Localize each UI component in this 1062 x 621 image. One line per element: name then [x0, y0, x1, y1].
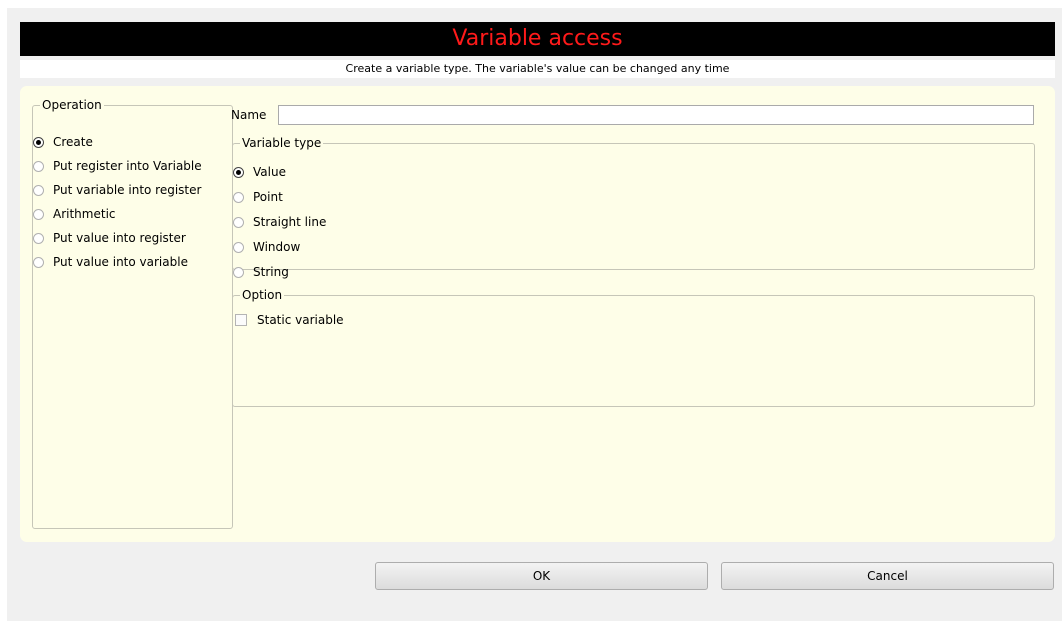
- ok-button[interactable]: OK: [375, 562, 708, 590]
- operation-group: Operation Create Put register into Varia…: [32, 99, 233, 529]
- operation-option-put-value-into-variable[interactable]: Put value into variable: [33, 252, 188, 272]
- static-variable-option[interactable]: Static variable: [235, 310, 344, 330]
- operation-legend: Operation: [42, 98, 102, 112]
- variable-type-option-label: Window: [253, 240, 301, 254]
- radio-button[interactable]: [233, 216, 244, 228]
- static-variable-label: Static variable: [257, 313, 344, 327]
- name-label: Name: [231, 108, 267, 122]
- operation-option-create[interactable]: Create: [33, 132, 93, 152]
- dialog-subtitle: Create a variable type. The variable's v…: [20, 60, 1055, 78]
- variable-type-option-straight-line[interactable]: Straight line: [233, 212, 326, 232]
- radio-button[interactable]: [233, 241, 244, 253]
- operation-option-label: Arithmetic: [53, 207, 116, 221]
- variable-type-option-label: Point: [253, 190, 283, 204]
- operation-option-put-variable-into-register[interactable]: Put variable into register: [33, 180, 201, 200]
- cancel-button[interactable]: Cancel: [721, 562, 1054, 590]
- variable-type-option-label: String: [253, 265, 289, 279]
- radio-button[interactable]: [33, 184, 44, 196]
- variable-type-group: Variable type Value Point Straight line …: [232, 136, 1035, 279]
- radio-button[interactable]: [33, 232, 44, 244]
- radio-button[interactable]: [233, 166, 244, 178]
- variable-type-option-value[interactable]: Value: [233, 162, 286, 182]
- radio-button[interactable]: [33, 136, 44, 148]
- static-variable-checkbox[interactable]: [235, 314, 247, 326]
- variable-type-option-window[interactable]: Window: [233, 237, 300, 257]
- variable-type-option-label: Straight line: [253, 215, 327, 229]
- radio-button[interactable]: [33, 208, 44, 220]
- radio-button[interactable]: [33, 160, 44, 172]
- radio-button[interactable]: [33, 256, 44, 268]
- variable-type-option-string[interactable]: String: [233, 262, 289, 282]
- radio-button[interactable]: [233, 191, 244, 203]
- operation-option-label: Create: [53, 135, 93, 149]
- operation-option-label: Put value into register: [53, 231, 186, 245]
- variable-type-option-label: Value: [253, 165, 286, 179]
- name-input[interactable]: [278, 105, 1034, 125]
- option-legend: Option: [242, 288, 283, 302]
- operation-option-put-register-into-variable[interactable]: Put register into Variable: [33, 156, 202, 176]
- content-panel: Operation Create Put register into Varia…: [20, 86, 1055, 542]
- radio-button[interactable]: [233, 266, 244, 278]
- variable-type-option-point[interactable]: Point: [233, 187, 283, 207]
- operation-option-arithmetic[interactable]: Arithmetic: [33, 204, 116, 224]
- title-bar: Variable access: [20, 22, 1055, 56]
- operation-option-label: Put register into Variable: [53, 159, 202, 173]
- variable-type-legend: Variable type: [242, 136, 322, 150]
- dialog-title: Variable access: [452, 26, 623, 51]
- option-group: Option Static variable: [232, 289, 1035, 407]
- operation-option-label: Put variable into register: [53, 183, 202, 197]
- operation-option-put-value-into-register[interactable]: Put value into register: [33, 228, 186, 248]
- operation-option-label: Put value into variable: [53, 255, 188, 269]
